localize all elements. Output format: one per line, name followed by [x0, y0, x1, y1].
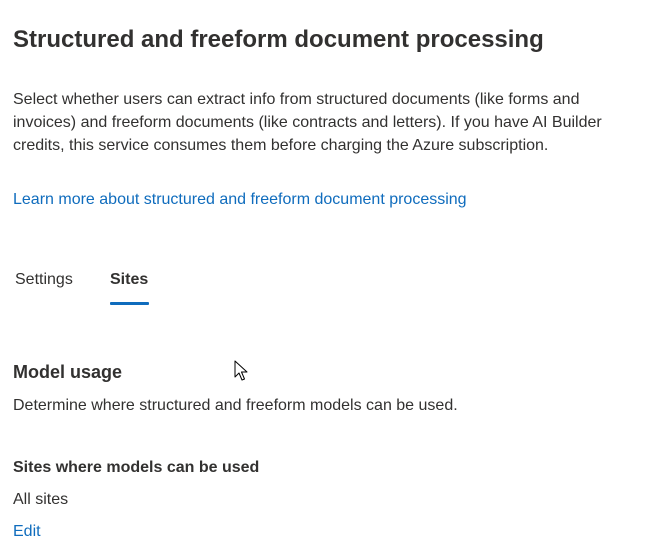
- edit-sites-link[interactable]: Edit: [13, 521, 41, 543]
- mouse-pointer-icon: [234, 360, 248, 381]
- tab-settings[interactable]: Settings: [15, 268, 73, 292]
- model-usage-heading: Model usage: [13, 362, 123, 382]
- page-description: Select whether users can extract info fr…: [13, 91, 602, 154]
- selected-tab-indicator: [110, 302, 149, 305]
- tab-sites[interactable]: Sites: [110, 268, 148, 292]
- model-usage-description: Determine where structured and freeform …: [13, 397, 458, 414]
- page-title: Structured and freeform document process…: [13, 26, 544, 53]
- sites-field-value: All sites: [13, 491, 69, 508]
- sites-field-label: Sites where models can be used: [13, 459, 260, 476]
- learn-more-link[interactable]: Learn more about structured and freeform…: [13, 189, 467, 211]
